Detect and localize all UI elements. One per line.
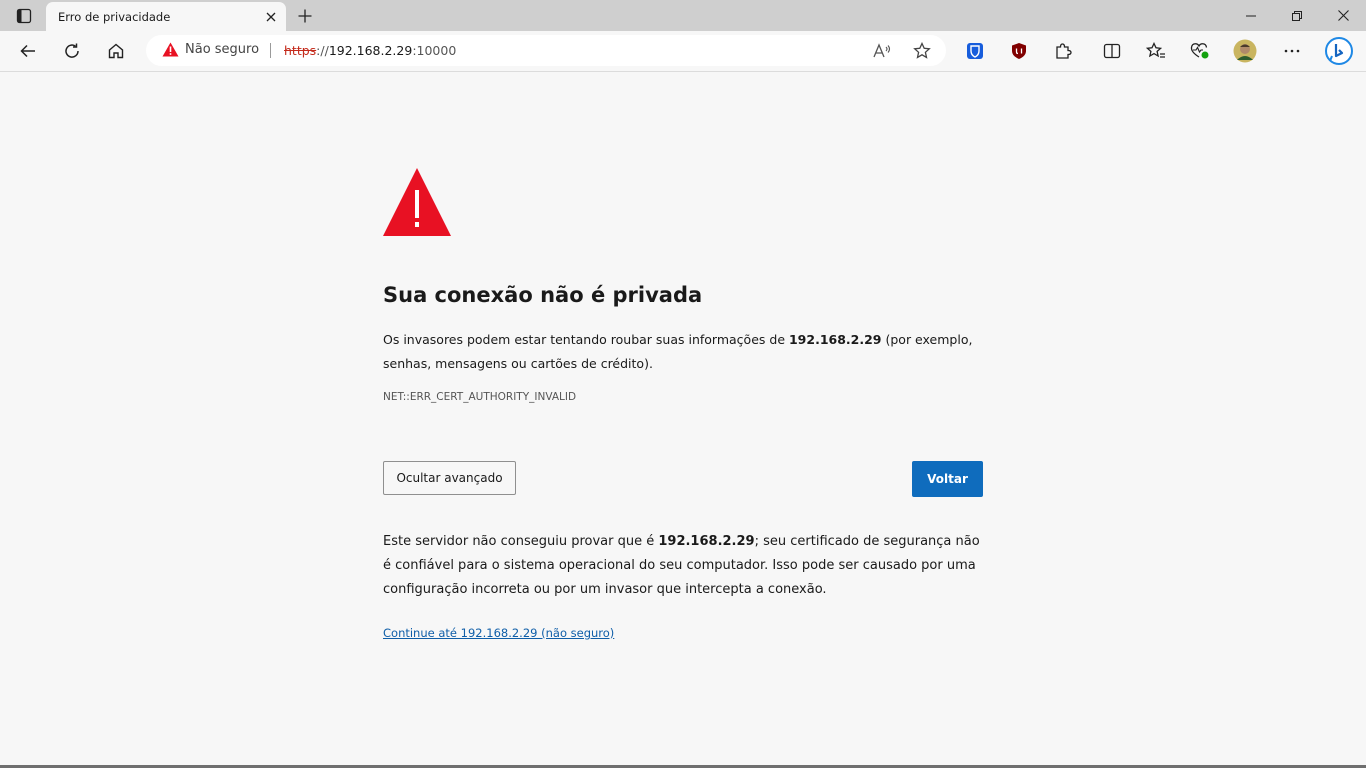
description-prefix: Os invasores podem estar tentando roubar…	[383, 332, 789, 347]
restore-icon	[1292, 10, 1302, 21]
heart-pulse-icon	[1190, 43, 1209, 59]
minimize-icon	[1246, 15, 1256, 16]
active-tab[interactable]: Erro de privacidade	[46, 2, 286, 31]
details-host: 192.168.2.29	[658, 534, 755, 549]
url-port: :10000	[412, 43, 457, 58]
tab-actions-icon	[16, 8, 32, 24]
security-label: Não seguro	[185, 42, 260, 57]
close-icon	[266, 12, 276, 22]
hide-advanced-button[interactable]: Ocultar avançado	[383, 461, 516, 495]
favorites-button[interactable]	[1140, 35, 1172, 67]
read-aloud-icon	[873, 43, 891, 58]
more-dots-icon	[1284, 49, 1300, 53]
plus-icon	[298, 9, 312, 23]
advanced-details-text: Este servidor não conseguiu provar que é…	[383, 530, 983, 602]
profile-button[interactable]	[1229, 35, 1261, 67]
home-button[interactable]	[100, 35, 132, 67]
description-text: Os invasores podem estar tentando roubar…	[383, 328, 973, 376]
address-separator	[270, 43, 271, 58]
address-bar[interactable]: Não seguro https://192.168.2.29:10000	[146, 35, 946, 66]
browser-essentials-button[interactable]	[1184, 35, 1216, 67]
url-separator: ://	[316, 43, 329, 58]
title-bar: Erro de privacidade	[0, 0, 1366, 31]
favorites-icon	[1146, 42, 1165, 58]
ublock-shield-icon	[1012, 43, 1026, 59]
url-scheme: https	[284, 43, 317, 58]
refresh-icon	[65, 43, 79, 58]
home-icon	[108, 43, 124, 59]
details-prefix: Este servidor não conseguiu provar que é	[383, 534, 659, 549]
error-code[interactable]: NET::ERR_CERT_AUTHORITY_INVALID	[383, 391, 576, 403]
ublock-extension-button[interactable]	[1003, 35, 1035, 67]
puzzle-icon	[1056, 43, 1072, 59]
new-tab-button[interactable]	[294, 5, 316, 27]
tab-title: Erro de privacidade	[58, 10, 171, 24]
extensions-button[interactable]	[1047, 35, 1079, 67]
description-host: 192.168.2.29	[788, 332, 882, 347]
page-title: Sua conexão não é privada	[383, 283, 703, 307]
read-aloud-button[interactable]	[870, 39, 894, 63]
bing-copilot-button[interactable]	[1322, 34, 1356, 68]
url-host: 192.168.2.29	[328, 43, 413, 58]
close-window-button[interactable]	[1320, 0, 1366, 31]
arrow-left-icon	[20, 44, 35, 58]
proceed-unsafe-link[interactable]: Continue até 192.168.2.29 (não seguro)	[383, 626, 614, 640]
warning-triangle-icon	[162, 42, 179, 57]
split-screen-icon	[1103, 43, 1121, 59]
back-to-safety-button[interactable]: Voltar	[912, 461, 983, 497]
back-button[interactable]	[12, 35, 44, 67]
tab-close-button[interactable]	[264, 10, 278, 24]
avatar-icon	[1233, 39, 1257, 63]
star-icon	[913, 42, 931, 59]
settings-more-button[interactable]	[1276, 35, 1308, 67]
url-text[interactable]: https://192.168.2.29:10000	[284, 43, 456, 58]
browser-toolbar: Não seguro https://192.168.2.29:10000	[0, 31, 1366, 72]
bitwarden-shield-icon	[967, 43, 983, 59]
tab-actions-menu-button[interactable]	[6, 5, 42, 27]
refresh-button[interactable]	[56, 35, 88, 67]
split-screen-button[interactable]	[1096, 35, 1128, 67]
minimize-button[interactable]	[1228, 0, 1274, 31]
bitwarden-extension-button[interactable]	[959, 35, 991, 67]
add-favorite-button[interactable]	[910, 39, 934, 63]
site-info-button[interactable]: Não seguro	[162, 42, 259, 57]
close-icon	[1337, 10, 1349, 21]
warning-triangle-icon	[383, 168, 451, 236]
bing-chat-icon	[1325, 37, 1353, 65]
restore-button[interactable]	[1274, 0, 1320, 31]
